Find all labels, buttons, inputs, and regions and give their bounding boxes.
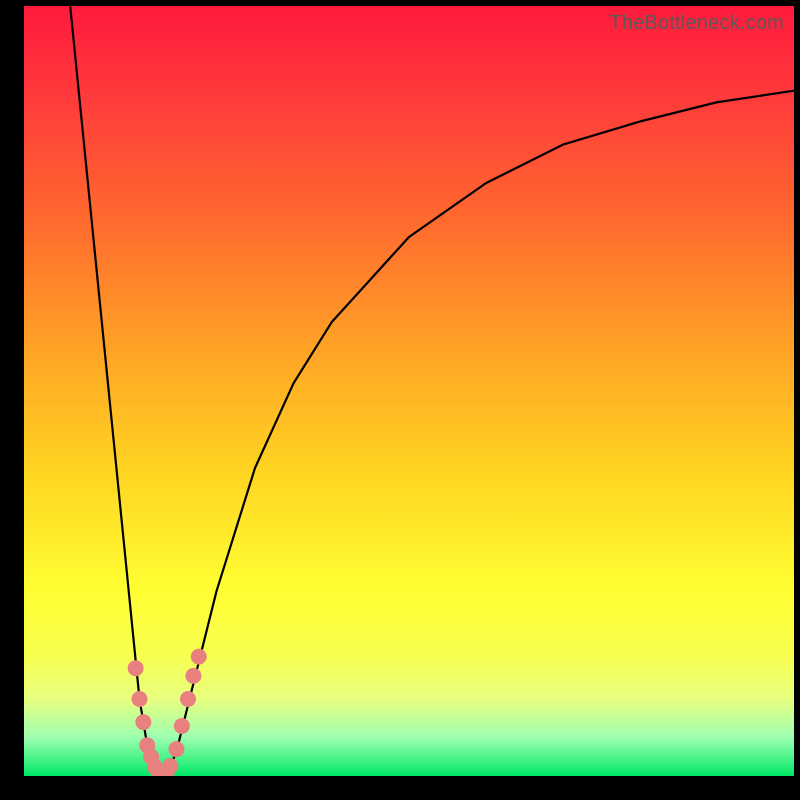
highlight-dot [185, 668, 201, 684]
plot-area: TheBottleneck.com [24, 6, 794, 776]
highlight-dot [132, 691, 148, 707]
highlight-dot [191, 649, 207, 665]
highlight-dot [162, 758, 178, 774]
highlight-dot [174, 718, 190, 734]
highlight-dot [135, 714, 151, 730]
highlight-dot [180, 691, 196, 707]
chart-svg [24, 6, 794, 776]
highlight-dots [128, 649, 207, 776]
highlight-dot [128, 660, 144, 676]
bottleneck-curve [70, 6, 794, 776]
watermark: TheBottleneck.com [609, 12, 784, 35]
chart-frame: TheBottleneck.com [0, 0, 800, 800]
highlight-dot [168, 741, 184, 757]
